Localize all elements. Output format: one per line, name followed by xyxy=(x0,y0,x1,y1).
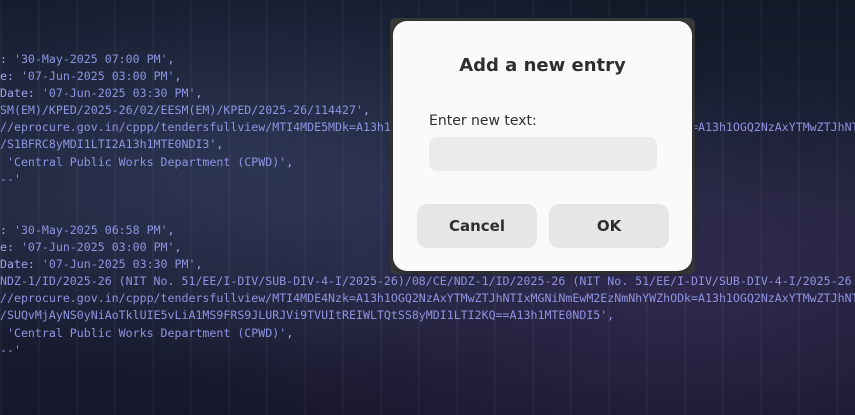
terminal-text: , xyxy=(167,52,175,66)
terminal-text: e: xyxy=(0,69,21,84)
terminal-text: , xyxy=(174,240,182,255)
terminal-text: Date: xyxy=(0,86,42,101)
terminal-text: : xyxy=(0,222,14,237)
terminal-text: : xyxy=(0,52,14,66)
terminal-text: , xyxy=(195,257,203,272)
cancel-button[interactable]: Cancel xyxy=(417,204,537,248)
terminal-text: '07-Jun-2025 03:00 PM' xyxy=(20,69,175,84)
terminal-text: , xyxy=(216,137,224,152)
terminal-text: 'Central Public Works Department (CPWD)' xyxy=(0,154,287,169)
terminal-text: 'Central Public Works Department (CPWD)' xyxy=(0,325,287,340)
terminal-line: --' xyxy=(0,342,855,359)
terminal-text: --' xyxy=(0,342,21,357)
terminal-text: /S1BFRC8yMDI1LTI2A13h1MTE0NDI3' xyxy=(0,137,217,152)
new-text-input[interactable] xyxy=(429,137,657,171)
terminal-text: //eprocure.gov.in/cppp/tendersfullview/M… xyxy=(0,291,855,306)
terminal-line: NDZ-1/ID/2025-26 (NIT No. 51/EE/I-DIV/SU… xyxy=(0,273,855,290)
field-label: Enter new text: xyxy=(429,113,537,129)
terminal-text: , xyxy=(286,325,294,340)
terminal-text: , xyxy=(607,308,615,323)
terminal-text: '30-May-2025 06:58 PM' xyxy=(13,222,168,237)
terminal-line: //eprocure.gov.in/cppp/tendersfullview/M… xyxy=(0,290,855,307)
add-entry-dialog: Add a new entry Enter new text: Cancel O… xyxy=(393,21,692,271)
terminal-text: '07-Jun-2025 03:30 PM' xyxy=(41,257,196,272)
terminal-text: '07-Jun-2025 03:00 PM' xyxy=(20,240,175,255)
terminal-text: , xyxy=(195,86,203,101)
ok-button[interactable]: OK xyxy=(549,204,669,248)
terminal-text: , xyxy=(167,222,175,237)
terminal-text: e: xyxy=(0,240,21,255)
terminal-text: '07-Jun-2025 03:30 PM' xyxy=(41,86,196,101)
terminal-text: Date: xyxy=(0,257,42,272)
terminal-text: NDZ-1/ID/2025-26 (NIT No. 51/EE/I-DIV/SU… xyxy=(0,274,852,289)
dialog-title: Add a new entry xyxy=(459,55,626,76)
terminal-text: '30-May-2025 07:00 PM' xyxy=(13,52,168,66)
terminal-text: SM(EM)/KPED/2025-26/02/EESM(EM)/KPED/202… xyxy=(0,103,363,118)
terminal-text: , xyxy=(286,154,294,169)
terminal-line: /SUQvMjAyNS0yNiAoTklUIE5vLiA1MS9FRS9JLUR… xyxy=(0,307,855,324)
terminal-line: 'Central Public Works Department (CPWD)'… xyxy=(0,325,855,342)
terminal-text: , xyxy=(174,69,182,84)
terminal-text: , xyxy=(362,103,370,118)
terminal-text: --' xyxy=(0,171,21,186)
terminal-text: /SUQvMjAyNS0yNiAoTklUIE5vLiA1MS9FRS9JLUR… xyxy=(0,308,608,323)
